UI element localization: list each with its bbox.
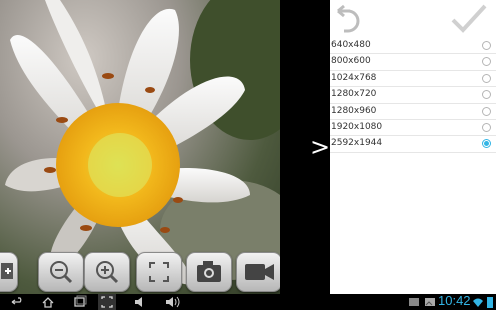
home-nav-icon[interactable] [40,294,56,310]
resolution-option[interactable]: 640x480 [330,38,496,55]
resolution-label: 1920x1080 [331,121,383,132]
resolution-option[interactable]: 1024x768 [330,71,496,88]
resolution-label: 640x480 [331,40,371,50]
video-record-button[interactable] [236,252,282,292]
resolution-option[interactable]: 1280x960 [330,104,496,120]
back-icon[interactable] [337,4,360,33]
radio-button[interactable] [482,90,491,100]
camera-icon [197,261,221,282]
radio-button[interactable] [482,73,491,83]
zoom-out-button[interactable] [38,252,84,292]
resolution-label: 1280x720 [331,89,377,100]
fullscreen-button[interactable] [136,252,182,292]
volume-up-icon[interactable] [164,294,180,310]
fullscreen-icon [149,262,169,282]
battery-icon [487,297,493,308]
resolution-option[interactable]: 1920x1080 [330,120,496,137]
wifi-icon [473,298,483,307]
radio-button[interactable] [482,106,491,116]
resolution-label: 2592x1944 [331,138,383,149]
zoom-in-button[interactable] [84,252,130,292]
flower-image [5,0,280,285]
resolution-label: 1024x768 [331,72,377,83]
radio-button[interactable] [482,41,491,50]
resolution-label: 1280x960 [331,105,377,116]
video-camera-icon [245,264,274,280]
back-nav-icon[interactable] [8,294,24,310]
recent-apps-icon[interactable] [72,294,88,310]
system-navigation-bar: 10:42 [0,293,496,310]
confirm-check-icon[interactable] [451,4,487,33]
resolution-label: 800x600 [331,56,371,67]
radio-button[interactable] [482,122,491,132]
gallery-notification-icon [409,298,419,306]
panel-header [330,0,496,38]
radio-button-selected[interactable] [482,139,491,149]
zoom-in-icon [96,261,119,284]
photo-capture-button[interactable] [186,252,232,292]
collapse-panel-icon[interactable]: > [310,134,330,160]
resolution-list: 640x480 800x600 1024x768 1280x720 1280x9… [330,38,496,153]
image-notification-icon [425,298,435,306]
zoom-out-icon [50,261,73,284]
resolution-option[interactable]: 800x600 [330,54,496,71]
volume-down-icon[interactable] [132,294,148,310]
radio-button[interactable] [482,57,491,67]
add-button[interactable] [0,252,18,292]
status-clock: 10:42 [438,293,471,308]
resolution-option[interactable]: 1280x720 [330,87,496,104]
resolution-panel: 640x480 800x600 1024x768 1280x720 1280x9… [330,0,496,294]
camera-preview[interactable] [0,0,280,294]
add-icon [1,263,13,279]
resolution-option[interactable]: 2592x1944 [330,136,496,153]
screenshot-icon[interactable] [98,294,116,310]
